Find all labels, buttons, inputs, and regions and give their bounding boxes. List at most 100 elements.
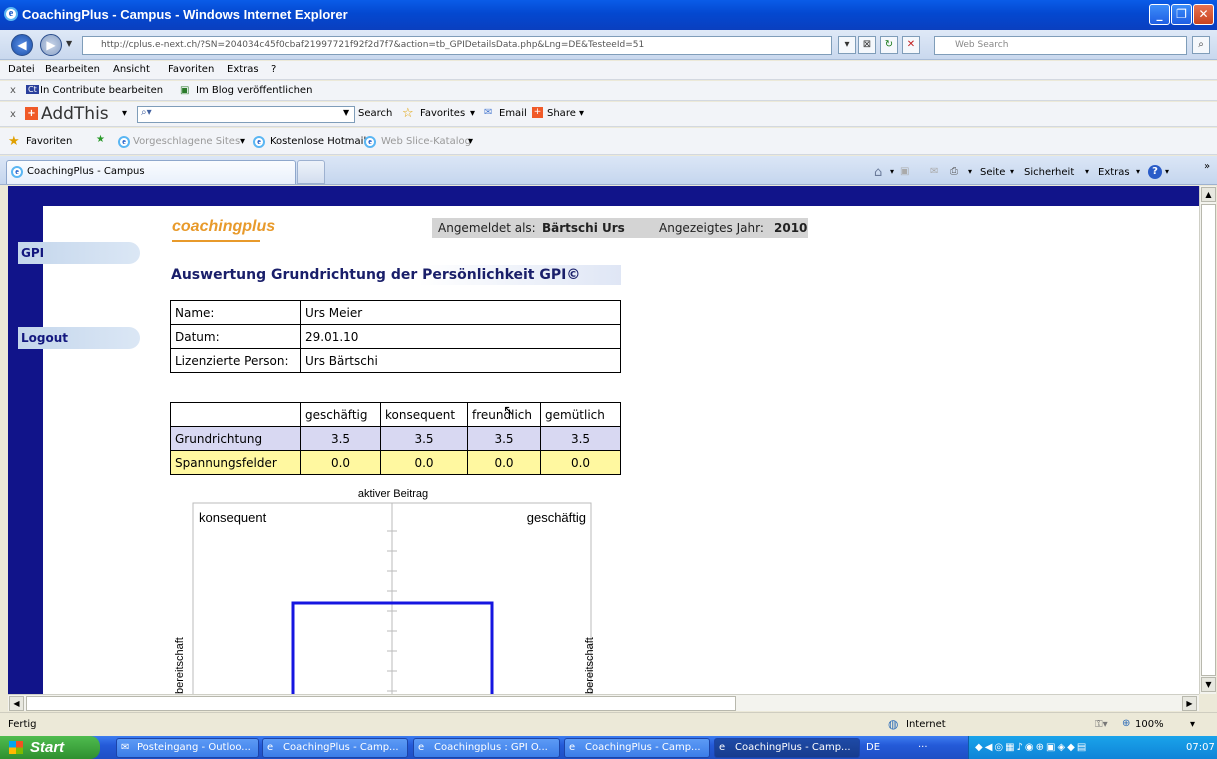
close-toolbar-icon[interactable]: x xyxy=(10,85,16,96)
right-axis-label: bereitschaft xyxy=(584,637,596,694)
addthis-brand[interactable]: AddThis xyxy=(41,104,109,124)
login-user: Bärtschi Urs xyxy=(542,221,625,235)
addthis-share-button[interactable]: Share xyxy=(547,108,576,119)
ie-icon: e xyxy=(719,742,726,753)
search-dropdown-icon[interactable]: ▼ xyxy=(343,108,349,117)
addthis-search-button[interactable]: Search xyxy=(358,108,392,119)
help-icon[interactable]: ? xyxy=(1148,165,1162,179)
favorites-button[interactable]: Favoriten xyxy=(26,136,72,147)
chevron-down-icon[interactable]: ▾ xyxy=(968,167,972,176)
feeds-icon[interactable]: ▣ xyxy=(900,166,909,177)
addthis-email-button[interactable]: Email xyxy=(499,108,527,119)
taskbar-item-ie-2[interactable]: e Coachingplus : GPI O... xyxy=(413,738,560,758)
info-value: 29.01.10 xyxy=(300,324,621,349)
scroll-down-icon[interactable]: ▼ xyxy=(1201,677,1216,692)
table-header-row: geschäftig konsequent freundlich gemütli… xyxy=(170,402,621,427)
url-input[interactable]: http://cplus.e-next.ch/?SN=204034c45f0cb… xyxy=(82,36,832,55)
scroll-thumb[interactable] xyxy=(26,696,736,711)
score-cell: 0.0 xyxy=(300,450,381,475)
menu-extras-cmd[interactable]: Extras xyxy=(1098,167,1130,178)
chevron-down-icon[interactable]: ▾ xyxy=(890,167,894,176)
add-favorite-icon[interactable]: ★ xyxy=(96,134,105,145)
maximize-button[interactable]: ❐ xyxy=(1171,4,1192,25)
scroll-left-icon[interactable]: ◀ xyxy=(9,696,24,711)
tab-coachingplus[interactable]: e CoachingPlus - Campus xyxy=(6,160,296,184)
horizontal-scrollbar[interactable]: ◀ ▶ xyxy=(8,694,1199,711)
refresh-icon[interactable]: ↻ xyxy=(880,36,898,54)
addthis-dropdown-icon[interactable]: ▾ xyxy=(122,108,127,119)
chevron-down-icon[interactable]: ▾ xyxy=(1165,167,1169,176)
back-button[interactable]: ◀ xyxy=(11,34,33,56)
mail-icon[interactable]: ✉ xyxy=(930,166,938,177)
search-icon[interactable]: ⌕ xyxy=(1192,36,1210,54)
tray-expand-icon[interactable]: ··· xyxy=(918,736,928,759)
web-search-input[interactable]: Web Search xyxy=(934,36,1187,55)
menu-sicherheit[interactable]: Sicherheit xyxy=(1024,167,1074,178)
scroll-thumb[interactable] xyxy=(1201,204,1216,676)
taskbar-item-ie-4[interactable]: e CoachingPlus - Camp... xyxy=(714,738,860,758)
menu-bearbeiten[interactable]: Bearbeiten xyxy=(45,64,100,75)
quadrant-label-geschaeftig: geschäftig xyxy=(527,510,586,525)
scroll-up-icon[interactable]: ▲ xyxy=(1201,187,1216,202)
window-title: CoachingPlus - Campus - Windows Internet… xyxy=(22,7,348,22)
url-dropdown-icon[interactable]: ▾ xyxy=(838,36,856,54)
addthis-search-input[interactable]: ⌕▾ xyxy=(137,106,355,123)
menu-datei[interactable]: Datei xyxy=(8,64,35,75)
menu-help[interactable]: ? xyxy=(271,64,276,75)
close-button[interactable]: ✕ xyxy=(1193,4,1214,25)
more-chevron-icon[interactable]: » xyxy=(1204,161,1210,172)
chevron-down-icon[interactable]: ▾ xyxy=(1190,719,1195,730)
vertical-scrollbar[interactable]: ▲ ▼ xyxy=(1199,186,1216,694)
ie-icon: e xyxy=(418,742,425,753)
system-tray: ◆◀◎▦♪◉⊕▣◈◆▤ 07:07 xyxy=(968,736,1217,759)
quadrant-label-konsequent: konsequent xyxy=(199,510,267,525)
new-tab-button[interactable] xyxy=(297,160,325,184)
addthis-favorites-button[interactable]: Favorites xyxy=(420,108,465,119)
chevron-down-icon: ▾ xyxy=(579,108,585,119)
sidebar-item-gpi[interactable]: GPI xyxy=(18,242,140,264)
blog-publish-button[interactable]: Im Blog veröffentlichen xyxy=(196,85,312,96)
scroll-right-icon[interactable]: ▶ xyxy=(1182,696,1197,711)
taskbar-item-ie-3[interactable]: e CoachingPlus - Camp... xyxy=(564,738,710,758)
chevron-down-icon: ▾ xyxy=(470,108,476,119)
security-icon[interactable]: ⚿▾ xyxy=(1095,719,1108,730)
menu-favoriten[interactable]: Favoriten xyxy=(168,64,214,75)
suggested-sites-link[interactable]: Vorgeschlagene Sites xyxy=(133,136,240,147)
web-slice-link[interactable]: Web Slice-Katalog xyxy=(381,136,471,147)
stop-icon[interactable]: ✕ xyxy=(902,36,920,54)
coachingplus-logo[interactable]: coachingplus xyxy=(172,218,275,236)
language-indicator[interactable]: DE xyxy=(866,736,880,759)
ie-page-icon: e xyxy=(11,166,23,178)
minimize-button[interactable]: _ xyxy=(1149,4,1170,25)
zoom-icon: ⊕ xyxy=(1122,718,1131,729)
taskbar-item-ie-1[interactable]: e CoachingPlus - Camp... xyxy=(262,738,408,758)
taskbar-item-outlook[interactable]: ✉ Posteingang - Outloo... xyxy=(116,738,259,758)
login-info: Angemeldet als: Bärtschi Urs Angezeigtes… xyxy=(432,218,808,238)
ie-icon: e xyxy=(569,742,576,753)
person-info-table: Name: Urs Meier Datum: 29.01.10 Lizenzie… xyxy=(170,300,621,373)
home-icon[interactable]: ⌂ xyxy=(874,165,882,180)
sidebar-item-logout[interactable]: Logout xyxy=(18,327,140,349)
hotmail-link[interactable]: Kostenlose Hotmail xyxy=(270,136,366,147)
taskbar-item-label: CoachingPlus - Camp... xyxy=(283,742,399,753)
tray-icons[interactable]: ◆◀◎▦♪◉⊕▣◈◆▤ xyxy=(975,736,1088,759)
table-row: Lizenzierte Person: Urs Bärtschi xyxy=(170,348,621,373)
forward-button[interactable]: ▶ xyxy=(40,34,62,56)
compat-view-icon[interactable]: ⊠ xyxy=(858,36,876,54)
ie-page-icon: e xyxy=(364,136,376,148)
zone-text: Internet xyxy=(906,719,946,730)
menu-ansicht[interactable]: Ansicht xyxy=(113,64,150,75)
sidebar-item-label: Logout xyxy=(21,331,69,345)
page-title-text: Auswertung Grundrichtung der Persönlichk… xyxy=(171,267,581,283)
print-icon[interactable]: ⎙ xyxy=(950,166,958,177)
row-label: Grundrichtung xyxy=(170,426,301,451)
zoom-level[interactable]: 100% xyxy=(1135,719,1164,730)
menu-seite[interactable]: Seite xyxy=(980,167,1005,178)
menu-extras[interactable]: Extras xyxy=(227,64,259,75)
history-dropdown-icon[interactable]: ▼ xyxy=(66,39,72,48)
start-button[interactable]: Start xyxy=(0,736,100,759)
close-toolbar-icon[interactable]: x xyxy=(10,109,16,120)
contribute-edit-button[interactable]: In Contribute bearbeiten xyxy=(40,85,163,96)
score-cell: 3.5 xyxy=(467,426,541,451)
chevron-down-icon: ▾ xyxy=(1085,167,1090,176)
